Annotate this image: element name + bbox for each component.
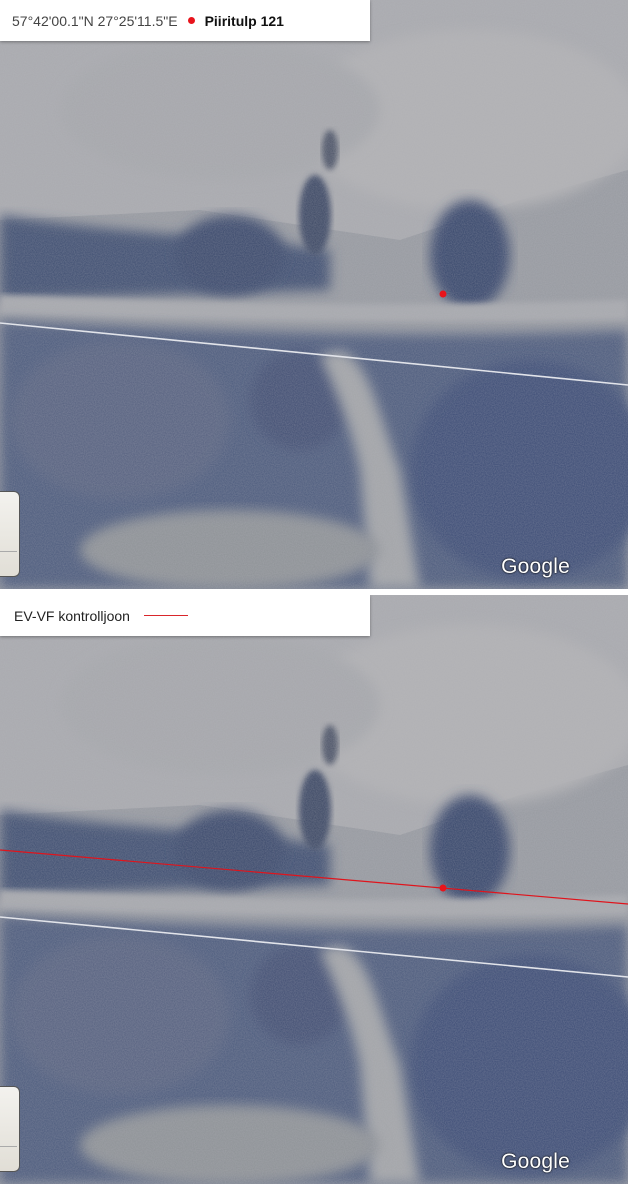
control-line <box>0 849 628 905</box>
google-attribution: Google <box>501 555 570 578</box>
map-overlay <box>0 849 628 978</box>
boundary-line <box>0 916 628 978</box>
info-panel: 57°42'00.1"N 27°25'11.5"E Piiritulp 121 <box>0 0 370 41</box>
boundary-line <box>0 322 628 386</box>
map-control-button[interactable] <box>0 1086 20 1172</box>
legend-line-icon <box>143 615 188 616</box>
legend-panel: EV-VF kontrolljoon <box>0 595 370 636</box>
google-attribution: Google <box>501 1150 570 1173</box>
point-legend-icon <box>187 17 195 24</box>
map-overlay <box>0 290 628 386</box>
legend-label: EV-VF kontrolljoon <box>14 607 130 624</box>
map-panel-top[interactable]: 57°42'00.1"N 27°25'11.5"E Piiritulp 121 … <box>0 0 628 589</box>
map-panel-bottom[interactable]: EV-VF kontrolljoon Google <box>0 595 628 1184</box>
map-control-button[interactable] <box>0 491 20 577</box>
coordinates-text: 57°42'00.1"N 27°25'11.5"E <box>12 12 178 29</box>
point-name: Piiritulp 121 <box>204 12 284 29</box>
boundary-marker[interactable] <box>439 290 447 298</box>
boundary-marker[interactable] <box>439 884 447 892</box>
